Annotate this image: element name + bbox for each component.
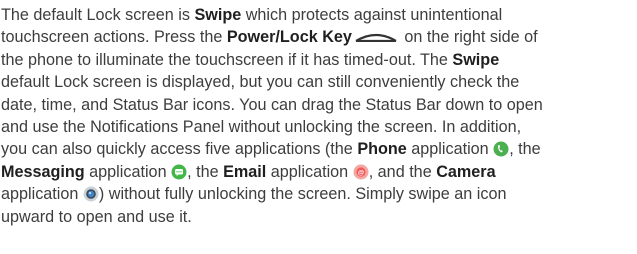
text-line-8: Messaging application , the Email applic… [1,162,496,181]
phone-icon [493,141,509,157]
text-line-2: touchscreen actions. Press the Power/Loc… [1,28,538,47]
swipe-term: Swipe [452,50,500,69]
messaging-icon [171,164,187,180]
text-line-4: default Lock screen is displayed, but yo… [1,73,520,92]
power-lock-key-term: Power/Lock Key [226,28,352,47]
manual-page: The default Lock screen is Swipe which p… [0,0,637,254]
text-line-5: date, time, and Status Bar icons. You ca… [1,95,543,114]
phone-term: Phone [357,140,407,159]
text-line-9: application ) without fully unlocking th… [1,185,507,204]
text-line-3: the phone to illuminate the touchscreen … [1,50,500,69]
text-line-7: you can also quickly access five applica… [1,140,541,159]
email-icon: @ [353,164,369,180]
power-lock-key-icon [355,34,397,43]
text-line-10: upward to open and use it. [1,207,192,226]
text-line-6: and use the Notifications Panel without … [1,118,522,137]
swipe-term: Swipe [194,6,242,24]
camera-term: Camera [436,162,496,181]
messaging-term: Messaging [1,162,85,181]
lock-screen-paragraph: The default Lock screen is Swipe which p… [1,4,631,228]
svg-text:@: @ [358,169,364,176]
camera-icon [83,186,99,202]
email-term: Email [223,162,267,181]
text-line-1: The default Lock screen is Swipe which p… [1,6,503,24]
